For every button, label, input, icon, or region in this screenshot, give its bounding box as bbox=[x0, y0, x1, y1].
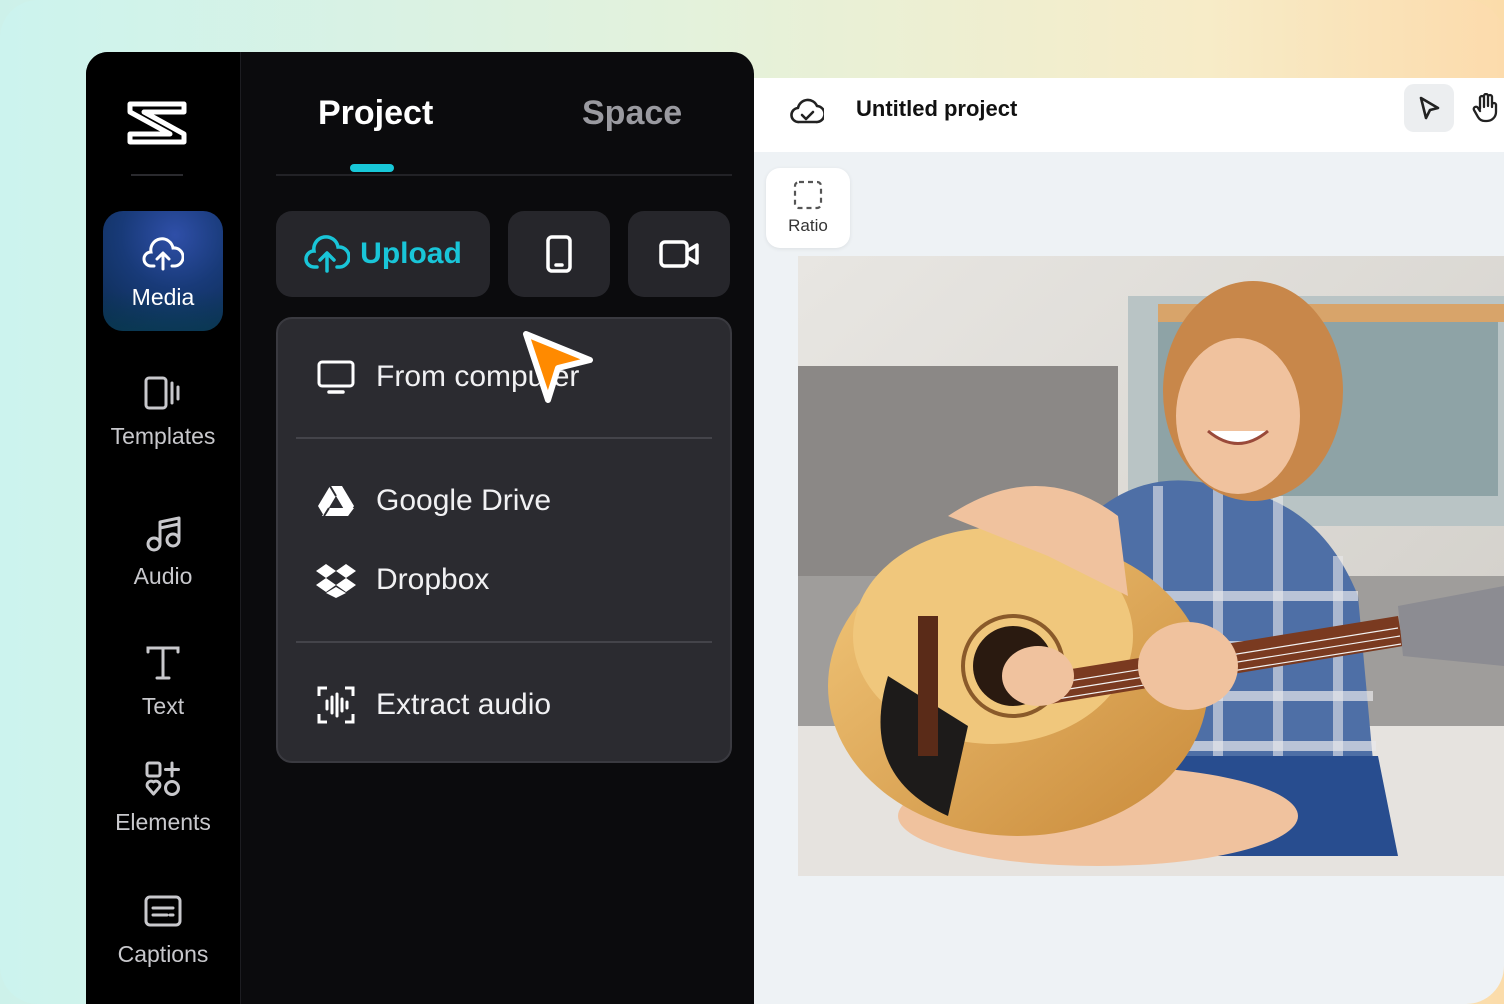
google-drive-label: Google Drive bbox=[376, 484, 552, 517]
record-button[interactable] bbox=[628, 211, 730, 297]
sidebar-item-captions[interactable]: Captions bbox=[103, 868, 223, 988]
upload-button[interactable]: Upload bbox=[276, 211, 490, 297]
cloud-upload-icon bbox=[141, 232, 185, 276]
phone-upload-button[interactable] bbox=[508, 211, 610, 297]
google-drive-item[interactable]: Google Drive bbox=[316, 481, 551, 521]
dropbox-label: Dropbox bbox=[376, 563, 490, 596]
active-tab-indicator bbox=[350, 164, 394, 172]
menu-divider bbox=[296, 437, 712, 439]
media-panel: Media Templates Audio Text Elements Capt… bbox=[86, 52, 754, 1004]
sidebar-item-text[interactable]: Text bbox=[103, 620, 223, 740]
sidebar-item-label: Audio bbox=[133, 562, 193, 589]
sidebar-item-label: Captions bbox=[117, 940, 209, 967]
sidebar-item-elements[interactable]: Elements bbox=[103, 736, 223, 856]
capcut-logo-icon bbox=[127, 101, 187, 145]
panel-tabs: Project Space bbox=[276, 82, 732, 176]
music-note-icon bbox=[141, 511, 185, 555]
video-camera-icon bbox=[659, 240, 699, 268]
hand-icon bbox=[1472, 93, 1498, 123]
select-tool-button[interactable] bbox=[1404, 84, 1454, 132]
extract-audio-item[interactable]: Extract audio bbox=[316, 685, 551, 725]
sidebar: Media Templates Audio Text Elements Capt… bbox=[86, 52, 241, 1004]
captions-icon bbox=[141, 889, 185, 933]
templates-icon bbox=[141, 371, 185, 415]
sidebar-item-media[interactable]: Media bbox=[103, 211, 223, 331]
dropbox-icon bbox=[316, 560, 356, 600]
tab-space[interactable]: Space bbox=[582, 94, 682, 133]
phone-icon bbox=[546, 235, 572, 273]
canvas-area: Ratio bbox=[754, 152, 1504, 1004]
sidebar-item-label: Media bbox=[131, 283, 195, 310]
cloud-upload-icon bbox=[304, 235, 351, 273]
tab-project[interactable]: Project bbox=[318, 94, 433, 133]
hand-tool-button[interactable] bbox=[1466, 84, 1504, 132]
upload-menu: From computer Google Drive Dropbox Extra… bbox=[276, 317, 732, 763]
google-drive-icon bbox=[316, 481, 356, 521]
dropbox-item[interactable]: Dropbox bbox=[316, 560, 489, 600]
sidebar-item-audio[interactable]: Audio bbox=[103, 490, 223, 610]
sidebar-item-label: Templates bbox=[110, 422, 216, 449]
sidebar-item-label: Text bbox=[141, 692, 185, 719]
extract-audio-label: Extract audio bbox=[376, 688, 552, 721]
editor-header: Untitled project bbox=[754, 78, 1504, 152]
upload-button-label: Upload bbox=[360, 237, 462, 270]
menu-divider bbox=[296, 641, 712, 643]
preview-image[interactable] bbox=[798, 256, 1504, 876]
ratio-label: Ratio bbox=[788, 216, 828, 235]
app-frame: Media Templates Audio Text Elements Capt… bbox=[0, 0, 1504, 1004]
monitor-icon bbox=[316, 357, 356, 397]
text-icon bbox=[141, 641, 185, 685]
aspect-ratio-icon bbox=[793, 180, 823, 210]
ratio-button[interactable]: Ratio bbox=[766, 168, 850, 248]
pointer-icon bbox=[1419, 96, 1440, 120]
pointer-cursor-icon bbox=[523, 331, 593, 403]
extract-audio-icon bbox=[316, 685, 356, 725]
logo-divider bbox=[131, 174, 183, 176]
cloud-sync-icon[interactable] bbox=[790, 94, 824, 128]
project-title[interactable]: Untitled project bbox=[856, 96, 1017, 122]
sidebar-item-templates[interactable]: Templates bbox=[103, 350, 223, 470]
elements-icon bbox=[141, 757, 185, 801]
sidebar-item-label: Elements bbox=[115, 808, 211, 835]
